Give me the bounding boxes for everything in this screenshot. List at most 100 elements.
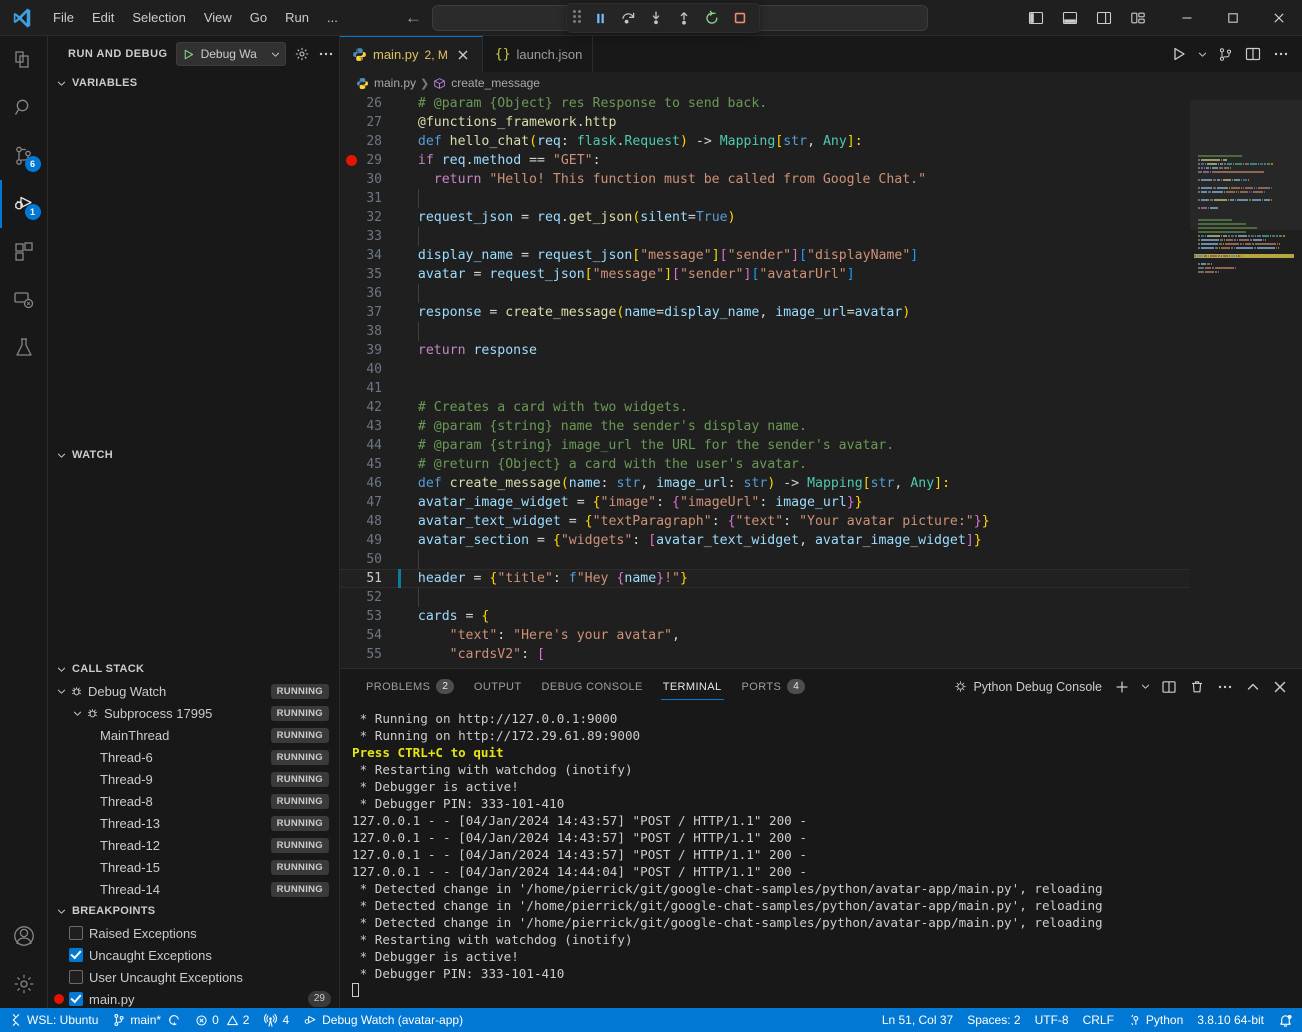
- call-stack-row[interactable]: Thread-12RUNNING: [48, 834, 339, 856]
- call-stack-row[interactable]: Subprocess 17995RUNNING: [48, 702, 339, 724]
- run-dropdown-chevron-icon[interactable]: [1194, 40, 1210, 68]
- call-stack-row[interactable]: Debug WatchRUNNING: [48, 680, 339, 702]
- call-stack-row[interactable]: Thread-15RUNNING: [48, 856, 339, 878]
- code-line[interactable]: 47 avatar_image_widget = {"image": {"ima…: [340, 493, 1190, 512]
- breakpoint-checkbox[interactable]: [69, 970, 83, 984]
- panel-tab-output[interactable]: OUTPUT: [464, 669, 532, 704]
- toggle-secondary-sidebar-icon[interactable]: [1088, 3, 1120, 33]
- call-stack-row[interactable]: Thread-13RUNNING: [48, 812, 339, 834]
- new-terminal-icon[interactable]: [1109, 674, 1135, 700]
- status-remote[interactable]: WSL: Ubuntu: [2, 1008, 105, 1032]
- menu-file[interactable]: File: [44, 6, 83, 29]
- status-indentation[interactable]: Spaces: 2: [960, 1008, 1027, 1032]
- chevron-down-icon[interactable]: [70, 708, 84, 719]
- code-line[interactable]: 27 @functions_framework.http: [340, 113, 1190, 132]
- code-line[interactable]: 43 # @param {string} name the sender's d…: [340, 417, 1190, 436]
- activity-item-testing[interactable]: [0, 324, 48, 372]
- toggle-panel-icon[interactable]: [1054, 3, 1086, 33]
- debug-settings-gear-icon[interactable]: [294, 43, 310, 65]
- panel-tab-problems[interactable]: PROBLEMS2: [356, 669, 464, 704]
- breadcrumb-symbol[interactable]: create_message: [433, 76, 540, 90]
- terminal-name-indicator[interactable]: Python Debug Console: [948, 674, 1107, 700]
- split-debug-icon[interactable]: [1212, 40, 1238, 68]
- code-line[interactable]: 49 avatar_section = {"widgets": [avatar_…: [340, 531, 1190, 550]
- status-notifications[interactable]: [1271, 1008, 1300, 1032]
- status-python-version[interactable]: 3.8.10 64-bit: [1190, 1008, 1271, 1032]
- call-stack-section-header[interactable]: CALL STACK: [48, 658, 339, 680]
- kill-terminal-icon[interactable]: [1184, 674, 1210, 700]
- tab-close-icon[interactable]: [454, 46, 472, 64]
- menu-view[interactable]: View: [195, 6, 241, 29]
- split-terminal-icon[interactable]: [1156, 674, 1182, 700]
- debug-step-over-button[interactable]: [615, 6, 641, 30]
- run-python-file-icon[interactable]: [1166, 40, 1192, 68]
- split-editor-icon[interactable]: [1240, 40, 1266, 68]
- code-line[interactable]: 52: [340, 588, 1190, 607]
- window-close-button[interactable]: [1256, 0, 1302, 36]
- window-minimize-button[interactable]: [1164, 0, 1210, 36]
- activity-item-search[interactable]: [0, 84, 48, 132]
- go-back-icon[interactable]: ←: [405, 9, 422, 26]
- tab-main-py[interactable]: main.py 2, M: [340, 36, 483, 72]
- activity-item-source-control[interactable]: 6: [0, 132, 48, 180]
- sidebar-more-actions-icon[interactable]: [318, 43, 334, 65]
- variables-section-header[interactable]: VARIABLES: [48, 72, 339, 94]
- code-line[interactable]: 35 avatar = request_json["message"]["sen…: [340, 265, 1190, 284]
- code-line[interactable]: 26 # @param {Object} res Response to sen…: [340, 94, 1190, 113]
- launch-configuration-select[interactable]: Debug Wa: [176, 42, 286, 66]
- terminal-dropdown-icon[interactable]: [1137, 674, 1154, 700]
- call-stack-row[interactable]: MainThreadRUNNING: [48, 724, 339, 746]
- code-line[interactable]: 53 cards = {: [340, 607, 1190, 626]
- panel-more-actions-icon[interactable]: [1212, 674, 1238, 700]
- status-cursor-position[interactable]: Ln 51, Col 37: [875, 1008, 960, 1032]
- activity-item-run-and-debug[interactable]: 1: [0, 180, 48, 228]
- status-git-branch[interactable]: main*: [105, 1008, 188, 1032]
- code-line[interactable]: 55 "cardsV2": [: [340, 645, 1190, 664]
- code-line[interactable]: 45 # @return {Object} a card with the us…: [340, 455, 1190, 474]
- menu-go[interactable]: Go: [241, 6, 276, 29]
- tab-launch-json[interactable]: {} launch.json: [483, 36, 593, 72]
- status-eol[interactable]: CRLF: [1076, 1008, 1121, 1032]
- status-encoding[interactable]: UTF-8: [1028, 1008, 1076, 1032]
- call-stack-row[interactable]: Thread-9RUNNING: [48, 768, 339, 790]
- code-line[interactable]: 38: [340, 322, 1190, 341]
- debug-restart-button[interactable]: [699, 6, 725, 30]
- breakpoint-row[interactable]: main.py29: [48, 988, 339, 1008]
- debug-step-into-button[interactable]: [643, 6, 669, 30]
- code-line[interactable]: 51 header = {"title": f"Hey {name}!"}: [340, 569, 1190, 588]
- panel-tab-ports[interactable]: PORTS4: [732, 669, 815, 704]
- code-line[interactable]: 44 # @param {string} image_url the URL f…: [340, 436, 1190, 455]
- code-line[interactable]: 28 def hello_chat(req: flask.Request) ->…: [340, 132, 1190, 151]
- code-editor[interactable]: 26 # @param {Object} res Response to sen…: [340, 94, 1302, 668]
- panel-tab-debug-console[interactable]: DEBUG CONSOLE: [532, 669, 653, 704]
- code-line[interactable]: 34 display_name = request_json["message"…: [340, 246, 1190, 265]
- code-line[interactable]: 54 "text": "Here's your avatar",: [340, 626, 1190, 645]
- code-line[interactable]: 40: [340, 360, 1190, 379]
- breakpoint-checkbox[interactable]: [69, 926, 83, 940]
- call-stack-row[interactable]: Thread-14RUNNING: [48, 878, 339, 900]
- code-content[interactable]: 26 # @param {Object} res Response to sen…: [340, 94, 1190, 668]
- breakpoints-section-header[interactable]: BREAKPOINTS: [48, 900, 339, 922]
- debug-stop-button[interactable]: [727, 6, 753, 30]
- terminal-output[interactable]: * Running on http://127.0.0.1:9000 * Run…: [340, 704, 1302, 1008]
- code-line[interactable]: 30 return "Hello! This function must be …: [340, 170, 1190, 189]
- code-line[interactable]: 36: [340, 284, 1190, 303]
- menu-run[interactable]: Run: [276, 6, 318, 29]
- breadcrumb-file[interactable]: main.py: [356, 76, 416, 90]
- call-stack-row[interactable]: Thread-6RUNNING: [48, 746, 339, 768]
- code-line[interactable]: 37 response = create_message(name=displa…: [340, 303, 1190, 322]
- code-line[interactable]: 33: [340, 227, 1190, 246]
- code-line[interactable]: 48 avatar_text_widget = {"textParagraph"…: [340, 512, 1190, 531]
- status-problems[interactable]: 0 2: [188, 1008, 256, 1032]
- code-line[interactable]: 39 return response: [340, 341, 1190, 360]
- status-debug-session[interactable]: Debug Watch (avatar-app): [296, 1008, 470, 1032]
- call-stack-row[interactable]: Thread-8RUNNING: [48, 790, 339, 812]
- grip-handle-icon[interactable]: [573, 10, 583, 26]
- debug-pause-button[interactable]: [587, 6, 613, 30]
- breakpoint-row[interactable]: User Uncaught Exceptions: [48, 966, 339, 988]
- breakpoint-glyph-icon[interactable]: [346, 155, 357, 166]
- breakpoint-checkbox[interactable]: [69, 948, 83, 962]
- activity-item-extensions[interactable]: [0, 228, 48, 276]
- editor-minimap[interactable]: [1190, 94, 1302, 668]
- activity-item-accounts[interactable]: [0, 912, 48, 960]
